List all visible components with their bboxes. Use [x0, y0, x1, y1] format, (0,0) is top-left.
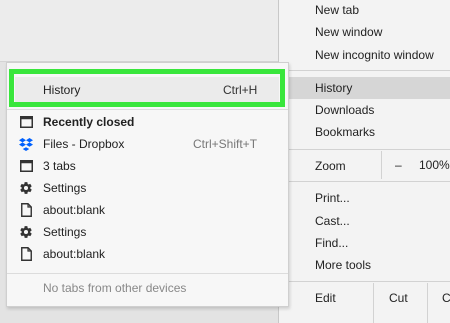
history-entry[interactable]: about:blank: [43, 243, 105, 265]
gear-icon: [19, 225, 33, 239]
copy-button[interactable]: C: [442, 287, 450, 309]
chrome-main-menu: New tab New window New incognito window …: [278, 0, 450, 323]
menu-item-cast[interactable]: Cast...: [315, 210, 350, 232]
edit-label: Edit: [315, 291, 336, 305]
history-entry[interactable]: Settings: [43, 177, 86, 199]
recently-closed-heading[interactable]: Recently closed: [43, 111, 134, 133]
submenu-divider: [7, 273, 288, 274]
window-icon: [19, 159, 33, 173]
dropbox-icon: [19, 137, 33, 151]
page-icon: [19, 203, 33, 217]
menu-item-new-incognito-window[interactable]: New incognito window: [315, 44, 434, 66]
edit-divider: [373, 283, 374, 323]
menu-divider: [279, 281, 450, 282]
menu-divider: [279, 181, 450, 182]
cut-button[interactable]: Cut: [389, 287, 408, 309]
history-entry[interactable]: Files - Dropbox: [43, 133, 124, 155]
menu-item-downloads[interactable]: Downloads: [315, 99, 374, 121]
history-shortcut: Ctrl+H: [223, 83, 258, 97]
menu-item-history[interactable]: History: [315, 77, 352, 99]
history-submenu: History Ctrl+H Recently closed Files - D…: [6, 62, 289, 307]
gear-icon: [19, 181, 33, 195]
menu-item-print[interactable]: Print...: [315, 187, 350, 209]
history-item-label[interactable]: History: [43, 79, 80, 101]
zoom-label: Zoom: [315, 159, 346, 173]
menu-item-highlight: [279, 77, 450, 99]
no-tabs-message: No tabs from other devices: [43, 281, 187, 295]
window-icon: [19, 115, 33, 129]
menu-item-more-tools[interactable]: More tools: [315, 254, 371, 276]
menu-item-find[interactable]: Find...: [315, 232, 348, 254]
zoom-out-button[interactable]: –: [395, 154, 402, 176]
reopen-shortcut: Ctrl+Shift+T: [193, 137, 258, 151]
menu-divider: [279, 149, 450, 150]
zoom-divider: [381, 151, 382, 179]
history-entry[interactable]: Settings: [43, 221, 86, 243]
page-icon: [19, 247, 33, 261]
history-entry[interactable]: about:blank: [43, 199, 105, 221]
page-background: [0, 0, 290, 62]
history-row[interactable]: History Ctrl+H: [9, 69, 285, 107]
zoom-level: 100%: [419, 158, 450, 172]
edit-divider: [427, 283, 428, 323]
menu-item-bookmarks[interactable]: Bookmarks: [315, 121, 375, 143]
menu-item-new-window[interactable]: New window: [315, 21, 382, 43]
menu-divider: [279, 70, 450, 71]
menu-item-new-tab[interactable]: New tab: [315, 0, 359, 21]
submenu-divider: [7, 109, 288, 110]
history-entry[interactable]: 3 tabs: [43, 155, 76, 177]
